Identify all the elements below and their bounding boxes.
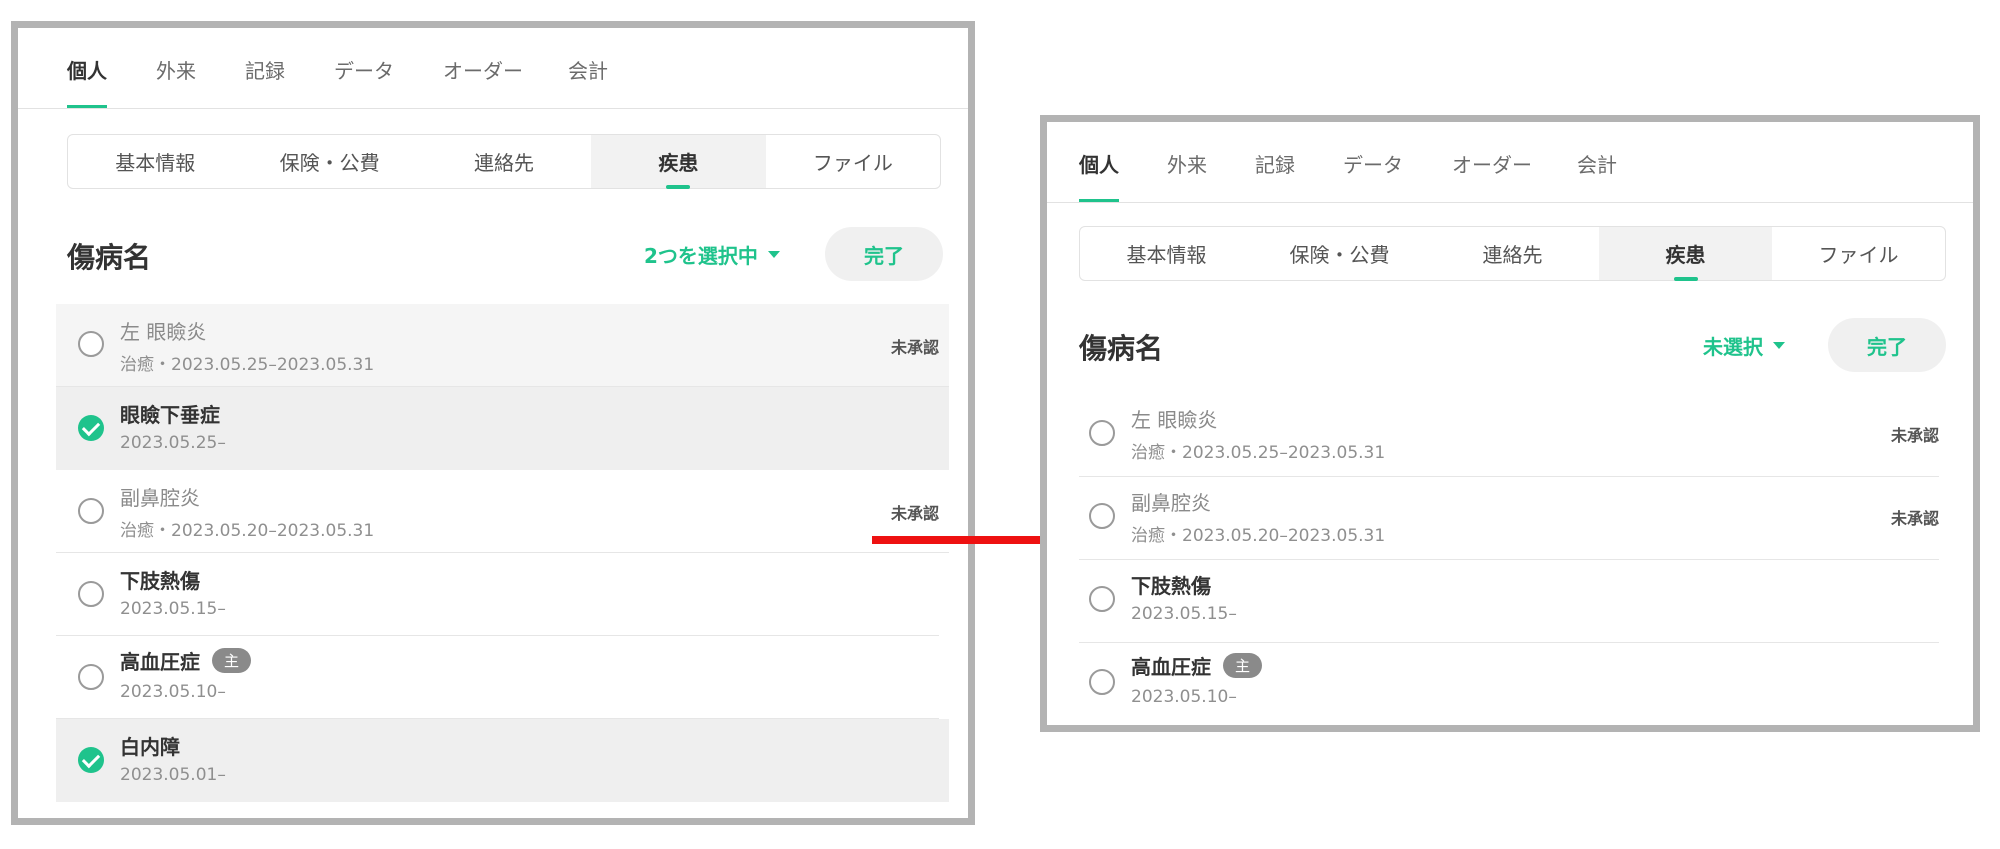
subtab-files[interactable]: ファイル [766, 135, 940, 188]
done-button[interactable]: 完了 [1828, 318, 1946, 372]
status-badge: 未承認 [1890, 426, 1939, 445]
primary-badge: 主 [1223, 653, 1263, 678]
subtab-insurance[interactable]: 保険・公費 [242, 135, 416, 188]
left-screen-panel: 個人 外来 記録 データ オーダー 会計 基本情報 保険・公費 連絡先 疾患 フ… [11, 21, 975, 825]
tab-billing[interactable]: 会計 [568, 55, 608, 108]
item-date: 治癒・2023.05.25–2023.05.31 [120, 355, 375, 375]
tab-records[interactable]: 記録 [245, 55, 285, 108]
item-name: 左 眼瞼炎 [1131, 408, 1218, 432]
list-item[interactable]: 下肢熱傷 2023.05.15– [56, 553, 939, 636]
item-date: 2023.05.15– [120, 599, 226, 619]
tab-billing[interactable]: 会計 [1577, 149, 1617, 202]
tab-outpatient[interactable]: 外来 [156, 55, 196, 108]
radio-button[interactable] [1089, 420, 1115, 446]
selection-label: 2つを選択中 [644, 244, 758, 268]
section-title: 傷病名 [1079, 332, 1164, 365]
item-name: 眼瞼下垂症 [120, 403, 220, 427]
section-title: 傷病名 [67, 241, 152, 274]
item-name: 高血圧症 主 [1131, 651, 1263, 680]
radio-button[interactable] [1089, 669, 1115, 695]
radio-button[interactable] [78, 498, 104, 524]
item-name: 下肢熱傷 [1131, 574, 1211, 598]
tab-personal[interactable]: 個人 [1079, 149, 1119, 202]
status-badge: 未承認 [890, 338, 939, 357]
radio-button[interactable] [78, 664, 104, 690]
subtab-contacts[interactable]: 連絡先 [1426, 227, 1599, 280]
subtab-files[interactable]: ファイル [1772, 227, 1945, 280]
tab-personal[interactable]: 個人 [67, 55, 107, 108]
sub-tab-bar: 基本情報 保険・公費 連絡先 疾患 ファイル [67, 134, 941, 189]
radio-button[interactable] [1089, 503, 1115, 529]
tab-outpatient[interactable]: 外来 [1167, 149, 1207, 202]
item-name: 白内障 [120, 735, 180, 759]
check-circle-icon[interactable] [78, 747, 104, 773]
item-date: 2023.05.10– [120, 682, 226, 702]
subtab-diseases[interactable]: 疾患 [591, 135, 766, 189]
list-item[interactable]: 高血圧症 主 2023.05.10– [56, 636, 939, 719]
item-date: 2023.05.25– [120, 433, 226, 453]
list-item[interactable]: 副鼻腔炎 治癒・2023.05.20–2023.05.31 未承認 [1079, 477, 1939, 560]
tab-data[interactable]: データ [1343, 149, 1403, 202]
subtab-basic-info[interactable]: 基本情報 [68, 135, 242, 188]
list-item[interactable]: 白内障 2023.05.01– [56, 719, 949, 802]
item-date: 治癒・2023.05.25–2023.05.31 [1131, 443, 1386, 463]
radio-button[interactable] [78, 331, 104, 357]
item-name-text: 高血圧症 [120, 650, 200, 674]
radio-button[interactable] [78, 581, 104, 607]
tab-order[interactable]: オーダー [1452, 149, 1532, 202]
subtab-insurance[interactable]: 保険・公費 [1253, 227, 1426, 280]
item-name: 左 眼瞼炎 [120, 320, 207, 344]
item-name: 高血圧症 主 [120, 646, 252, 675]
main-tab-bar: 個人 外来 記録 データ オーダー 会計 [18, 28, 968, 109]
item-name-text: 高血圧症 [1131, 655, 1211, 679]
subtab-diseases[interactable]: 疾患 [1599, 227, 1772, 281]
status-badge: 未承認 [1890, 509, 1939, 528]
primary-badge: 主 [212, 648, 252, 673]
sub-tab-bar: 基本情報 保険・公費 連絡先 疾患 ファイル [1079, 226, 1946, 281]
item-date: 2023.05.01– [120, 765, 226, 785]
subtab-basic-info[interactable]: 基本情報 [1080, 227, 1253, 280]
list-item[interactable]: 下肢熱傷 2023.05.15– [1079, 560, 1939, 643]
item-name: 副鼻腔炎 [1131, 491, 1211, 515]
item-date: 2023.05.10– [1131, 687, 1237, 707]
item-name: 副鼻腔炎 [120, 486, 200, 510]
item-date: 治癒・2023.05.20–2023.05.31 [1131, 526, 1386, 546]
radio-button[interactable] [1089, 586, 1115, 612]
list-item[interactable]: 左 眼瞼炎 治癒・2023.05.25–2023.05.31 未承認 [56, 304, 949, 387]
list-item[interactable]: 副鼻腔炎 治癒・2023.05.20–2023.05.31 未承認 [56, 470, 949, 553]
caret-down-icon [1773, 342, 1785, 349]
main-tab-bar: 個人 外来 記録 データ オーダー 会計 [1047, 122, 1973, 203]
selection-dropdown[interactable]: 2つを選択中 [644, 240, 780, 269]
right-screen-panel: 個人 外来 記録 データ オーダー 会計 基本情報 保険・公費 連絡先 疾患 フ… [1040, 115, 1980, 732]
list-item[interactable]: 高血圧症 主 2023.05.10– [1079, 643, 1939, 726]
list-item[interactable]: 眼瞼下垂症 2023.05.25– [56, 387, 949, 470]
selection-dropdown[interactable]: 未選択 [1703, 331, 1785, 360]
check-circle-icon[interactable] [78, 415, 104, 441]
selection-label: 未選択 [1703, 335, 1763, 359]
list-item[interactable]: 左 眼瞼炎 治癒・2023.05.25–2023.05.31 未承認 [1079, 394, 1939, 477]
caret-down-icon [767, 251, 780, 258]
tab-order[interactable]: オーダー [443, 55, 523, 108]
tab-data[interactable]: データ [334, 55, 394, 108]
item-date: 2023.05.15– [1131, 604, 1237, 624]
item-name: 下肢熱傷 [120, 569, 200, 593]
subtab-contacts[interactable]: 連絡先 [417, 135, 591, 188]
tab-records[interactable]: 記録 [1255, 149, 1295, 202]
done-button[interactable]: 完了 [825, 227, 943, 281]
item-date: 治癒・2023.05.20–2023.05.31 [120, 521, 375, 541]
